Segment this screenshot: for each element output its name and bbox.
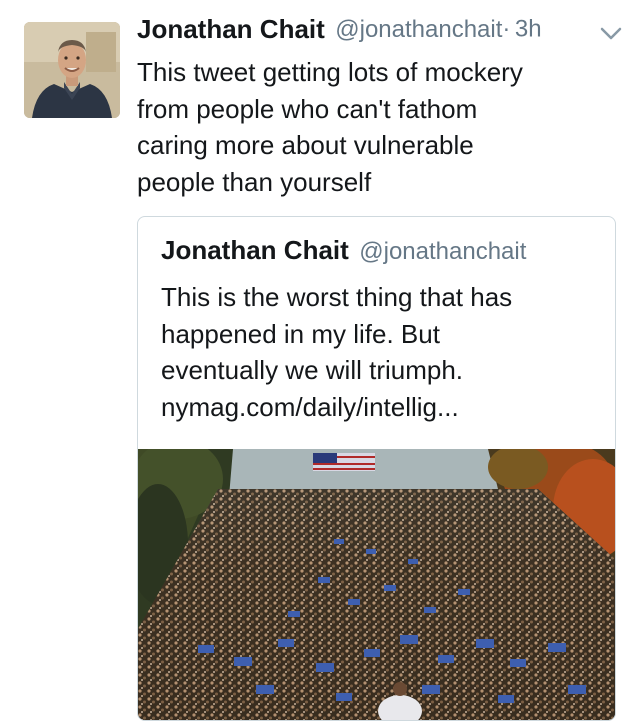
author-name[interactable]: Jonathan Chait — [137, 14, 325, 44]
tweet-header: Jonathan Chait @jonathanchait· 3h — [137, 14, 627, 54]
quoted-tweet-header: Jonathan Chait @jonathanchait — [161, 235, 526, 266]
avatar-image — [24, 22, 120, 118]
quoted-tweet-text: This is the worst thing that has happene… — [161, 282, 513, 385]
crowd-photo[interactable] — [138, 449, 615, 720]
timestamp[interactable]: 3h — [515, 16, 542, 43]
quoted-tweet-link[interactable]: nymag.com/daily/intellig... — [161, 389, 459, 426]
chevron-down-icon[interactable] — [599, 26, 623, 42]
quoted-tweet[interactable]: Jonathan Chait @jonathanchait This is th… — [137, 216, 616, 721]
tweet-text: This tweet getting lots of mockery from … — [137, 57, 523, 197]
quoted-author-handle: @jonathanchait — [359, 238, 527, 265]
separator-dot: · — [502, 15, 511, 43]
tweet[interactable]: Jonathan Chait @jonathanchait· 3h This t… — [0, 0, 640, 724]
author-handle[interactable]: @jonathanchait — [335, 16, 502, 43]
avatar[interactable] — [24, 22, 120, 118]
quoted-author-name: Jonathan Chait — [161, 235, 349, 265]
crowd-photo-image — [138, 449, 615, 720]
